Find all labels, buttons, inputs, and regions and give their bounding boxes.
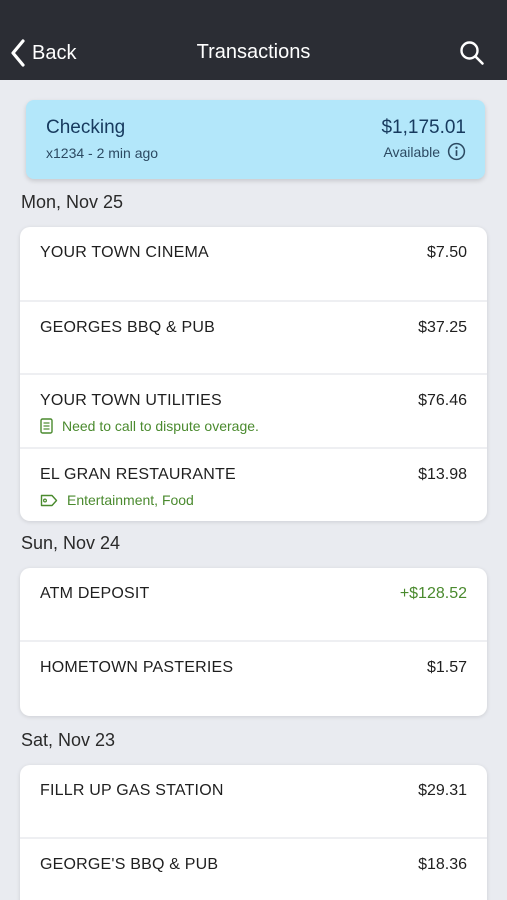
merchant-name: YOUR TOWN CINEMA (40, 244, 209, 261)
balance-label: Available (383, 143, 440, 160)
transaction-amount: $1.57 (426, 659, 467, 676)
transaction-tags: Entertainment, Food (40, 492, 194, 508)
merchant-name: HOMETOWN PASTERIES (40, 659, 234, 676)
memo-text: Need to call to dispute overage. (62, 418, 259, 434)
merchant-name: ATM DEPOSIT (40, 585, 150, 602)
tags-text: Entertainment, Food (67, 492, 194, 508)
transaction-group-card: ATM DEPOSIT +$128.52 HOMETOWN PASTERIES … (20, 568, 487, 716)
transaction-amount: +$128.52 (399, 585, 467, 602)
transaction-row[interactable]: HOMETOWN PASTERIES $1.57 (20, 640, 487, 716)
transaction-memo: Need to call to dispute overage. (40, 418, 259, 434)
account-name: Checking (46, 117, 126, 138)
transaction-amount: $29.31 (418, 782, 467, 799)
merchant-name: GEORGE'S BBQ & PUB (40, 856, 219, 873)
account-balance: $1,175.01 (381, 117, 466, 138)
transaction-amount: $18.36 (418, 856, 467, 873)
search-icon (460, 41, 484, 65)
account-summary-card[interactable]: Checking x1234 - 2 min ago $1,175.01 Ava… (26, 100, 485, 179)
memo-icon (40, 418, 53, 434)
transaction-group-card: FILLR UP GAS STATION $29.31 GEORGE'S BBQ… (20, 765, 487, 900)
transaction-amount: $37.25 (418, 319, 467, 336)
balance-available: Available (383, 142, 466, 161)
account-subtitle: x1234 - 2 min ago (46, 145, 159, 161)
transaction-row[interactable]: GEORGES BBQ & PUB $37.25 (20, 300, 487, 373)
tag-icon (40, 494, 58, 506)
search-button[interactable] (459, 40, 485, 66)
transaction-row[interactable]: ATM DEPOSIT +$128.52 (20, 568, 487, 640)
page-title: Transactions (196, 41, 311, 63)
date-header: Mon, Nov 25 (21, 192, 124, 212)
date-header: Sat, Nov 23 (21, 730, 116, 750)
transaction-row[interactable]: GEORGE'S BBQ & PUB $18.36 (20, 837, 487, 900)
info-icon[interactable] (447, 142, 466, 161)
transaction-row[interactable]: FILLR UP GAS STATION $29.31 (20, 765, 487, 837)
merchant-name: EL GRAN RESTAURANTE (40, 466, 236, 483)
transaction-row[interactable]: YOUR TOWN UTILITIES $76.46 Need to call … (20, 373, 487, 447)
transaction-row[interactable]: YOUR TOWN CINEMA $7.50 (20, 227, 487, 300)
nav-bar: Back Transactions (0, 0, 507, 80)
transaction-amount: $13.98 (418, 466, 467, 483)
merchant-name: FILLR UP GAS STATION (40, 782, 224, 799)
date-header: Sun, Nov 24 (21, 533, 121, 553)
transaction-row[interactable]: EL GRAN RESTAURANTE $13.98 Entertainment… (20, 447, 487, 521)
merchant-name: GEORGES BBQ & PUB (40, 319, 216, 336)
transaction-group-card: YOUR TOWN CINEMA $7.50 GEORGES BBQ & PUB… (20, 227, 487, 521)
transaction-amount: $76.46 (418, 392, 467, 409)
transaction-amount: $7.50 (426, 244, 467, 261)
merchant-name: YOUR TOWN UTILITIES (40, 392, 222, 409)
